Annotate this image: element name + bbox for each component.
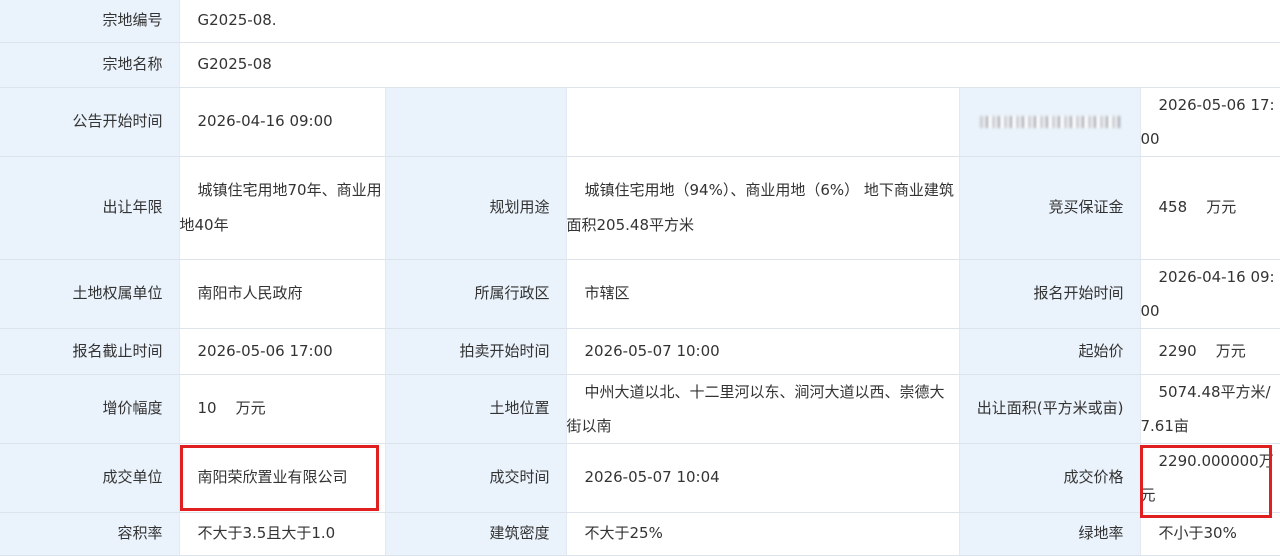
row-ratios: 容积率 不大于3.5且大于1.0 建筑密度 不大于25% 绿地率 不小于30%: [0, 512, 1280, 556]
parcel-no-value: G2025-08.: [179, 0, 1280, 43]
parcel-no-label: 宗地编号: [0, 0, 180, 43]
land-info-table: 宗地编号 G2025-08. 宗地名称 G2025-08 公告开始时间 2026…: [0, 0, 1280, 556]
reg-start-value: 2026-04-16 09:00: [1140, 259, 1280, 329]
location-value: 中州大道以北、十二里河以东、涧河大道以西、崇德大街以南: [566, 374, 960, 444]
deal-time-value: 2026-05-07 10:04: [566, 443, 960, 513]
row-owner: 土地权属单位 南阳市人民政府 所属行政区 市辖区 报名开始时间 2026-04-…: [0, 259, 1280, 329]
deal-time-label: 成交时间: [385, 443, 567, 513]
start-price-label: 起始价: [959, 328, 1141, 375]
blank-label-cell: [385, 87, 567, 157]
planned-use-label: 规划用途: [385, 156, 567, 260]
planned-use-value: 城镇住宅用地（94%）、商业用地（6%） 地下商业建筑面积205.48平方米: [566, 156, 960, 260]
row-deal: 成交单位 南阳荣欣置业有限公司 成交时间 2026-05-07 10:04 成交…: [0, 443, 1280, 513]
winner-value: 南阳荣欣置业有限公司: [179, 443, 386, 513]
increment-value: 10 万元: [179, 374, 386, 444]
blank-value-cell: [566, 87, 960, 157]
auction-start-value: 2026-05-07 10:00: [566, 328, 960, 375]
reg-end-value: 2026-05-06 17:00: [179, 328, 386, 375]
location-label: 土地位置: [385, 374, 567, 444]
row-parcel-name: 宗地名称 G2025-08: [0, 42, 1280, 88]
green-value: 不小于30%: [1140, 512, 1280, 556]
reg-start-label: 报名开始时间: [959, 259, 1141, 329]
district-value: 市辖区: [566, 259, 960, 329]
row-parcel-no: 宗地编号 G2025-08.: [0, 0, 1280, 43]
density-value: 不大于25%: [566, 512, 960, 556]
row-notice: 公告开始时间 2026-04-16 09:00 2026-05-06 17:00: [0, 87, 1280, 157]
notice-start-value: 2026-04-16 09:00: [179, 87, 386, 157]
owner-label: 土地权属单位: [0, 259, 180, 329]
deposit-label: 竞买保证金: [959, 156, 1141, 260]
increment-label: 增价幅度: [0, 374, 180, 444]
reg-end-label: 报名截止时间: [0, 328, 180, 375]
notice-start-label: 公告开始时间: [0, 87, 180, 157]
deposit-value: 458 万元: [1140, 156, 1280, 260]
area-label: 出让面积(平方米或亩): [959, 374, 1141, 444]
owner-value: 南阳市人民政府: [179, 259, 386, 329]
deal-price-label: 成交价格: [959, 443, 1141, 513]
row-term: 出让年限 城镇住宅用地70年、商业用地40年 规划用途 城镇住宅用地（94%）、…: [0, 156, 1280, 260]
deal-price-value: 2290.000000万元: [1140, 443, 1280, 513]
district-label: 所属行政区: [385, 259, 567, 329]
row-reg-end: 报名截止时间 2026-05-06 17:00 拍卖开始时间 2026-05-0…: [0, 328, 1280, 375]
notice-end-value: 2026-05-06 17:00: [1140, 87, 1280, 157]
notice-end-label-blurred: [959, 87, 1141, 157]
far-label: 容积率: [0, 512, 180, 556]
parcel-name-label: 宗地名称: [0, 42, 180, 88]
parcel-name-value: G2025-08: [179, 42, 1280, 88]
green-label: 绿地率: [959, 512, 1141, 556]
start-price-value: 2290 万元: [1140, 328, 1280, 375]
far-value: 不大于3.5且大于1.0: [179, 512, 386, 556]
row-increment: 增价幅度 10 万元 土地位置 中州大道以北、十二里河以东、涧河大道以西、崇德大…: [0, 374, 1280, 444]
area-value: 5074.48平方米/7.61亩: [1140, 374, 1280, 444]
term-value: 城镇住宅用地70年、商业用地40年: [179, 156, 386, 260]
auction-start-label: 拍卖开始时间: [385, 328, 567, 375]
density-label: 建筑密度: [385, 512, 567, 556]
winner-label: 成交单位: [0, 443, 180, 513]
blurred-text: [979, 115, 1120, 128]
term-label: 出让年限: [0, 156, 180, 260]
